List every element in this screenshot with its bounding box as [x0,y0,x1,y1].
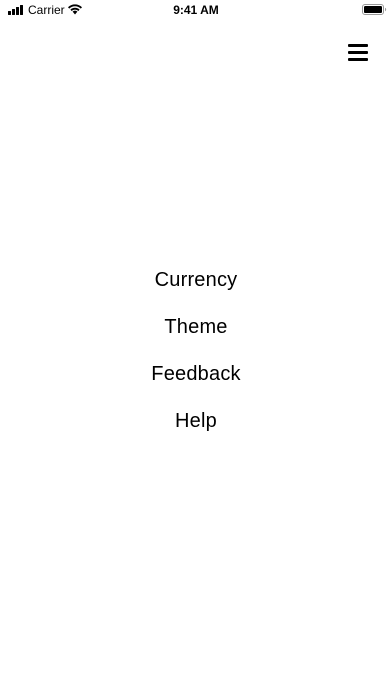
menu-item-theme[interactable]: Theme [0,313,392,341]
status-bar: Carrier 9:41 AM [0,0,392,22]
menu-item-currency[interactable]: Currency [0,266,392,294]
hamburger-menu-button[interactable] [340,40,376,66]
status-time: 9:41 AM [173,3,219,17]
menu-item-feedback[interactable]: Feedback [0,360,392,388]
battery-icon [362,4,387,15]
menu-item-help[interactable]: Help [0,407,392,435]
settings-menu: Currency Theme Feedback Help [0,266,392,454]
